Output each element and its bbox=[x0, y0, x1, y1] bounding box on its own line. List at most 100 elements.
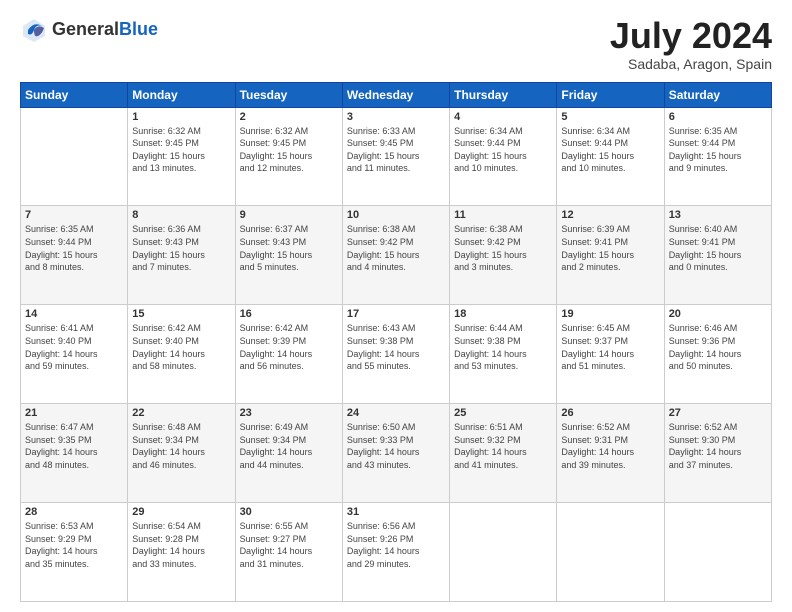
day-number: 25 bbox=[454, 407, 552, 419]
day-info: Sunrise: 6:52 AM Sunset: 9:30 PM Dayligh… bbox=[669, 421, 767, 471]
day-number: 27 bbox=[669, 407, 767, 419]
table-row: 18Sunrise: 6:44 AM Sunset: 9:38 PM Dayli… bbox=[450, 305, 557, 404]
table-row: 13Sunrise: 6:40 AM Sunset: 9:41 PM Dayli… bbox=[664, 206, 771, 305]
month-title: July 2024 bbox=[610, 16, 772, 56]
day-info: Sunrise: 6:34 AM Sunset: 9:44 PM Dayligh… bbox=[561, 125, 659, 175]
day-info: Sunrise: 6:43 AM Sunset: 9:38 PM Dayligh… bbox=[347, 322, 445, 372]
logo: GeneralBlue bbox=[20, 16, 158, 44]
table-row: 2 Sunrise: 6:32 AM Sunset: 9:45 PM Daylig… bbox=[235, 107, 342, 206]
logo-icon bbox=[20, 16, 48, 44]
col-wednesday: Wednesday bbox=[342, 82, 449, 107]
col-thursday: Thursday bbox=[450, 82, 557, 107]
table-row: 11Sunrise: 6:38 AM Sunset: 9:42 PM Dayli… bbox=[450, 206, 557, 305]
calendar-week-row: 7 Sunrise: 6:35 AM Sunset: 9:44 PM Daylig… bbox=[21, 206, 772, 305]
day-number: 6 bbox=[669, 111, 767, 123]
day-info: Sunrise: 6:41 AM Sunset: 9:40 PM Dayligh… bbox=[25, 322, 123, 372]
day-info: Sunrise: 6:32 AM Sunset: 9:45 PM Dayligh… bbox=[240, 125, 338, 175]
day-number: 3 bbox=[347, 111, 445, 123]
day-info: Sunrise: 6:49 AM Sunset: 9:34 PM Dayligh… bbox=[240, 421, 338, 471]
day-info: Sunrise: 6:56 AM Sunset: 9:26 PM Dayligh… bbox=[347, 520, 445, 570]
calendar-week-row: 21Sunrise: 6:47 AM Sunset: 9:35 PM Dayli… bbox=[21, 404, 772, 503]
day-number: 31 bbox=[347, 506, 445, 518]
table-row: 22Sunrise: 6:48 AM Sunset: 9:34 PM Dayli… bbox=[128, 404, 235, 503]
day-number: 20 bbox=[669, 308, 767, 320]
day-info: Sunrise: 6:37 AM Sunset: 9:43 PM Dayligh… bbox=[240, 223, 338, 273]
day-info: Sunrise: 6:39 AM Sunset: 9:41 PM Dayligh… bbox=[561, 223, 659, 273]
day-number: 17 bbox=[347, 308, 445, 320]
day-info: Sunrise: 6:32 AM Sunset: 9:45 PM Dayligh… bbox=[132, 125, 230, 175]
day-number: 21 bbox=[25, 407, 123, 419]
table-row: 6 Sunrise: 6:35 AM Sunset: 9:44 PM Daylig… bbox=[664, 107, 771, 206]
table-row: 28Sunrise: 6:53 AM Sunset: 9:29 PM Dayli… bbox=[21, 503, 128, 602]
table-row: 14Sunrise: 6:41 AM Sunset: 9:40 PM Dayli… bbox=[21, 305, 128, 404]
table-row: 29Sunrise: 6:54 AM Sunset: 9:28 PM Dayli… bbox=[128, 503, 235, 602]
day-info: Sunrise: 6:44 AM Sunset: 9:38 PM Dayligh… bbox=[454, 322, 552, 372]
day-number: 23 bbox=[240, 407, 338, 419]
day-number: 5 bbox=[561, 111, 659, 123]
day-info: Sunrise: 6:53 AM Sunset: 9:29 PM Dayligh… bbox=[25, 520, 123, 570]
table-row: 30Sunrise: 6:55 AM Sunset: 9:27 PM Dayli… bbox=[235, 503, 342, 602]
day-info: Sunrise: 6:46 AM Sunset: 9:36 PM Dayligh… bbox=[669, 322, 767, 372]
table-row: 20 Sunrise: 6:46 AM Sunset: 9:36 PM Dayli… bbox=[664, 305, 771, 404]
day-info: Sunrise: 6:54 AM Sunset: 9:28 PM Dayligh… bbox=[132, 520, 230, 570]
day-number: 16 bbox=[240, 308, 338, 320]
day-info: Sunrise: 6:51 AM Sunset: 9:32 PM Dayligh… bbox=[454, 421, 552, 471]
col-tuesday: Tuesday bbox=[235, 82, 342, 107]
logo-blue: Blue bbox=[119, 20, 158, 40]
table-row: 23 Sunrise: 6:49 AM Sunset: 9:34 PM Dayli… bbox=[235, 404, 342, 503]
table-row: 19Sunrise: 6:45 AM Sunset: 9:37 PM Dayli… bbox=[557, 305, 664, 404]
col-saturday: Saturday bbox=[664, 82, 771, 107]
table-row: 15Sunrise: 6:42 AM Sunset: 9:40 PM Dayli… bbox=[128, 305, 235, 404]
header: GeneralBlue July 2024 Sadaba, Aragon, Sp… bbox=[20, 16, 772, 72]
table-row bbox=[450, 503, 557, 602]
day-info: Sunrise: 6:36 AM Sunset: 9:43 PM Dayligh… bbox=[132, 223, 230, 273]
day-number: 22 bbox=[132, 407, 230, 419]
table-row: 4 Sunrise: 6:34 AM Sunset: 9:44 PM Daylig… bbox=[450, 107, 557, 206]
table-row: 26 Sunrise: 6:52 AM Sunset: 9:31 PM Dayli… bbox=[557, 404, 664, 503]
day-info: Sunrise: 6:34 AM Sunset: 9:44 PM Dayligh… bbox=[454, 125, 552, 175]
day-number: 12 bbox=[561, 209, 659, 221]
table-row bbox=[557, 503, 664, 602]
day-number: 26 bbox=[561, 407, 659, 419]
day-number: 11 bbox=[454, 209, 552, 221]
day-info: Sunrise: 6:35 AM Sunset: 9:44 PM Dayligh… bbox=[669, 125, 767, 175]
table-row: 10Sunrise: 6:38 AM Sunset: 9:42 PM Dayli… bbox=[342, 206, 449, 305]
day-info: Sunrise: 6:45 AM Sunset: 9:37 PM Dayligh… bbox=[561, 322, 659, 372]
day-number: 8 bbox=[132, 209, 230, 221]
table-row: 24 Sunrise: 6:50 AM Sunset: 9:33 PM Dayli… bbox=[342, 404, 449, 503]
day-info: Sunrise: 6:40 AM Sunset: 9:41 PM Dayligh… bbox=[669, 223, 767, 273]
table-row: 1 Sunrise: 6:32 AM Sunset: 9:45 PM Daylig… bbox=[128, 107, 235, 206]
table-row: 9 Sunrise: 6:37 AM Sunset: 9:43 PM Daylig… bbox=[235, 206, 342, 305]
day-number: 2 bbox=[240, 111, 338, 123]
table-row: 21Sunrise: 6:47 AM Sunset: 9:35 PM Dayli… bbox=[21, 404, 128, 503]
table-row bbox=[21, 107, 128, 206]
day-number: 7 bbox=[25, 209, 123, 221]
table-row: 7 Sunrise: 6:35 AM Sunset: 9:44 PM Daylig… bbox=[21, 206, 128, 305]
title-block: July 2024 Sadaba, Aragon, Spain bbox=[610, 16, 772, 72]
day-info: Sunrise: 6:50 AM Sunset: 9:33 PM Dayligh… bbox=[347, 421, 445, 471]
page: GeneralBlue July 2024 Sadaba, Aragon, Sp… bbox=[0, 0, 792, 612]
calendar-table: Sunday Monday Tuesday Wednesday Thursday… bbox=[20, 82, 772, 602]
table-row: 16 Sunrise: 6:42 AM Sunset: 9:39 PM Dayli… bbox=[235, 305, 342, 404]
day-number: 1 bbox=[132, 111, 230, 123]
day-number: 9 bbox=[240, 209, 338, 221]
calendar-week-row: 14Sunrise: 6:41 AM Sunset: 9:40 PM Dayli… bbox=[21, 305, 772, 404]
day-number: 30 bbox=[240, 506, 338, 518]
table-row bbox=[664, 503, 771, 602]
table-row: 25 Sunrise: 6:51 AM Sunset: 9:32 PM Dayli… bbox=[450, 404, 557, 503]
logo-text: GeneralBlue bbox=[52, 20, 158, 40]
day-info: Sunrise: 6:33 AM Sunset: 9:45 PM Dayligh… bbox=[347, 125, 445, 175]
calendar-week-row: 1 Sunrise: 6:32 AM Sunset: 9:45 PM Daylig… bbox=[21, 107, 772, 206]
day-number: 24 bbox=[347, 407, 445, 419]
day-number: 4 bbox=[454, 111, 552, 123]
table-row: 8 Sunrise: 6:36 AM Sunset: 9:43 PM Daylig… bbox=[128, 206, 235, 305]
table-row: 3 Sunrise: 6:33 AM Sunset: 9:45 PM Daylig… bbox=[342, 107, 449, 206]
day-info: Sunrise: 6:52 AM Sunset: 9:31 PM Dayligh… bbox=[561, 421, 659, 471]
table-row: 31 Sunrise: 6:56 AM Sunset: 9:26 PM Dayli… bbox=[342, 503, 449, 602]
day-info: Sunrise: 6:42 AM Sunset: 9:39 PM Dayligh… bbox=[240, 322, 338, 372]
calendar-header-row: Sunday Monday Tuesday Wednesday Thursday… bbox=[21, 82, 772, 107]
table-row: 12 Sunrise: 6:39 AM Sunset: 9:41 PM Dayli… bbox=[557, 206, 664, 305]
day-number: 15 bbox=[132, 308, 230, 320]
day-info: Sunrise: 6:35 AM Sunset: 9:44 PM Dayligh… bbox=[25, 223, 123, 273]
table-row: 5 Sunrise: 6:34 AM Sunset: 9:44 PM Daylig… bbox=[557, 107, 664, 206]
